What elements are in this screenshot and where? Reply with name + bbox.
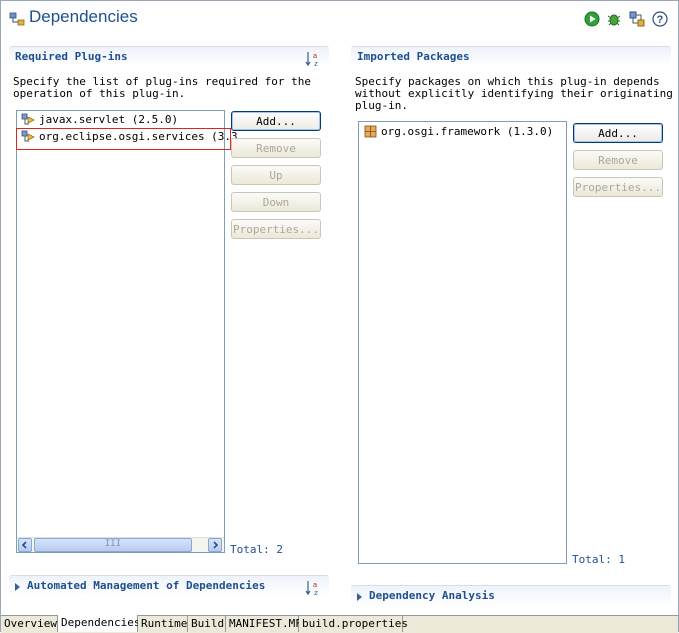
required-description-1: Specify the list of plug-ins required fo…	[13, 75, 312, 88]
required-plugins-header: Required Plug-ins a z	[9, 46, 329, 67]
help-icon[interactable]: ?	[652, 11, 668, 27]
required-total: Total: 2	[230, 543, 283, 556]
required-plugins-list[interactable]: javax.servlet (2.5.0) org.eclipse.osgi.s…	[16, 110, 244, 553]
list-item[interactable]: javax.servlet (2.5.0)	[21, 113, 178, 127]
dependency-analysis-section[interactable]: Dependency Analysis	[351, 585, 671, 606]
chevron-left-icon	[21, 541, 27, 549]
remove-imported-button[interactable]: Remove	[573, 150, 663, 170]
imported-total: Total: 1	[572, 553, 625, 566]
imported-packages-title: Imported Packages	[357, 50, 470, 63]
properties-required-button[interactable]: Properties...	[231, 219, 321, 239]
package-icon	[364, 125, 377, 138]
scroll-right-arrow[interactable]	[208, 538, 222, 552]
down-button[interactable]: Down	[231, 192, 321, 212]
tab-build-properties[interactable]: build.properties	[299, 616, 408, 632]
chevron-right-icon	[213, 541, 219, 549]
page-title: Dependencies	[29, 7, 138, 26]
debug-icon[interactable]	[606, 11, 622, 27]
plugin-icon	[21, 113, 35, 125]
imported-description-3: plug-in.	[355, 99, 408, 112]
dependencies-icon	[9, 12, 25, 26]
editor-frame: Dependencies ? Required Plug-ins a z Spe…	[0, 0, 679, 633]
dependency-analysis-title[interactable]: Dependency Analysis	[369, 589, 495, 602]
run-icon[interactable]	[584, 11, 600, 27]
expand-twisty-icon[interactable]	[15, 583, 20, 591]
horizontal-scrollbar[interactable]: III	[17, 537, 224, 552]
imported-packages-list[interactable]: org.osgi.framework (1.3.0)	[358, 121, 567, 564]
svg-text:z: z	[314, 60, 318, 67]
tab-overview[interactable]: Overview	[1, 616, 58, 632]
tab-build[interactable]: Build	[188, 616, 226, 632]
properties-imported-button[interactable]: Properties...	[573, 177, 663, 197]
svg-text:a: a	[313, 52, 317, 60]
imported-description-2: without explicitly identifying their ori…	[355, 87, 673, 100]
selection-highlight	[16, 128, 231, 150]
imported-packages-header: Imported Packages	[351, 46, 671, 67]
editor-tabs: Overview Dependencies Runtime Build MANI…	[1, 615, 678, 633]
svg-text:z: z	[314, 589, 318, 596]
expand-twisty-icon[interactable]	[357, 593, 362, 601]
add-required-button[interactable]: Add...	[231, 111, 321, 131]
automated-management-section[interactable]: Automated Management of Dependencies a z	[9, 575, 329, 596]
manifest-icon[interactable]	[629, 11, 645, 27]
editor-header: Dependencies ?	[1, 1, 678, 37]
list-item[interactable]: org.osgi.framework (1.3.0)	[363, 125, 553, 139]
sort-icon[interactable]: a z	[305, 580, 321, 596]
scroll-left-arrow[interactable]	[18, 538, 32, 552]
automated-management-title[interactable]: Automated Management of Dependencies	[27, 579, 265, 592]
imported-description-1: Specify packages on which this plug-in d…	[355, 75, 660, 88]
tab-dependencies[interactable]: Dependencies	[58, 615, 140, 632]
required-plugins-title: Required Plug-ins	[15, 50, 128, 63]
scroll-thumb[interactable]: III	[34, 538, 192, 552]
sort-icon[interactable]: a z	[305, 51, 321, 67]
svg-text:a: a	[313, 581, 317, 589]
svg-text:?: ?	[657, 14, 664, 26]
tab-runtime[interactable]: Runtime	[138, 616, 188, 632]
tab-manifest[interactable]: MANIFEST.MF	[226, 616, 302, 632]
add-imported-button[interactable]: Add...	[573, 123, 663, 143]
required-description-2: operation of this plug-in.	[13, 87, 186, 100]
up-button[interactable]: Up	[231, 165, 321, 185]
remove-required-button[interactable]: Remove	[231, 138, 321, 158]
